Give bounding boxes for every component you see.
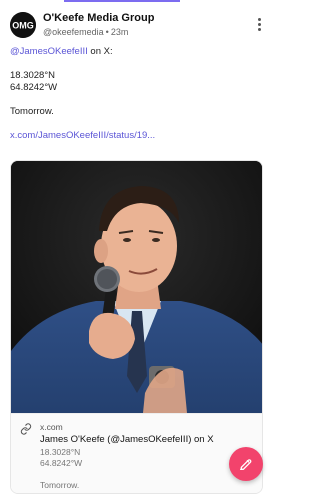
preview-details: x.com James O'Keefe (@JamesOKeefeIII) on… [11, 413, 262, 493]
preview-description: 18.3028°N 64.8242°W Tomorrow. [40, 447, 82, 491]
preview-image [11, 161, 262, 413]
link-preview-card[interactable]: x.com James O'Keefe (@JamesOKeefeIII) on… [10, 160, 263, 494]
coordinates: 18.3028°N 64.8242°W [10, 70, 266, 94]
preview-title[interactable]: James O'Keefe (@JamesOKeefeIII) on X [40, 434, 214, 445]
preview-longitude: 64.8242°W [40, 458, 83, 468]
compose-button[interactable] [229, 447, 263, 481]
longitude-text: 64.8242°W [10, 82, 58, 93]
link-icon [20, 423, 32, 435]
post-body: @JamesOKeefeIII on X: 18.3028°N 64.8242°… [10, 46, 266, 142]
mention-suffix: on X: [87, 46, 113, 57]
omg-logo-icon: OMG [10, 12, 36, 38]
svg-text:OMG: OMG [12, 21, 34, 31]
mention-link[interactable]: @JamesOKeefeIII [10, 46, 88, 57]
active-tab-indicator [64, 0, 180, 2]
preview-latitude: 18.3028°N [40, 447, 81, 457]
post-time: 23m [110, 27, 129, 37]
post-header: OMG O'Keefe Media Group @okeefemedia • 23m [10, 10, 266, 38]
speaker-photo [11, 161, 262, 413]
preview-domain: x.com [40, 422, 63, 432]
post-message: Tomorrow. [10, 106, 54, 117]
author-meta: @okeefemedia • 23m [43, 27, 128, 37]
author-handle: @okeefemedia [43, 27, 104, 37]
vertical-ellipsis-icon [257, 17, 261, 21]
compose-edit-icon [240, 459, 252, 470]
status-link[interactable]: x.com/JamesOKeefeIII/status/19... [10, 130, 155, 141]
mention-line: @JamesOKeefeIII on X: [10, 46, 266, 58]
more-options-button[interactable] [254, 14, 264, 34]
author-name[interactable]: O'Keefe Media Group [43, 12, 154, 24]
latitude-text: 18.3028°N [10, 70, 55, 81]
meta-separator: • [105, 27, 109, 37]
author-avatar[interactable]: OMG [10, 12, 36, 38]
preview-message: Tomorrow. [40, 480, 80, 490]
